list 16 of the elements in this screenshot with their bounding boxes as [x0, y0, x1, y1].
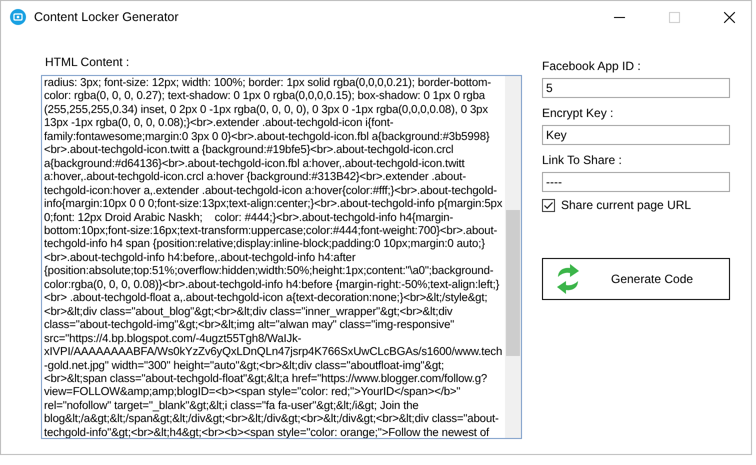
checkbox-label: Share current page URL — [561, 198, 692, 212]
window-title: Content Locker Generator — [34, 10, 179, 24]
generate-code-button[interactable]: Generate Code — [542, 258, 730, 300]
field-label: Encrypt Key : — [542, 106, 614, 120]
field-label: Link To Share : — [542, 153, 623, 167]
input-field[interactable]: 5 — [542, 78, 730, 98]
checkbox[interactable] — [542, 198, 555, 212]
html-content-field[interactable]: radius: 3px; font-size: 12px; width: 100%; border: 1px solid rgba(0,0,0,0.21); border-bottom-color: rgba(0, 0, 0, 0.27); text-shadow: 0 1px 0 rgba(0,0,0,0.15); box-shadow: 0 1px 0 rgba (255,255,255,0.34) inset, 0 2px 0 -1px rgba(0, 0, 0, 0), 0 3px 0 -1px rgba(0,0,0,0.08), 0 3px 13px -1px rgba(0, 0, 0, 0.08);}<br>.extender .about-techgold-icon i{font-family:fontawesome;margin:0 3px 0 0}<br>.about-techgold-icon.fbl a{background:#3b5998}<br>.about-techgold-icon.twitt a {background:#19bfe5}<br>.about-techgold-icon.crcl a{background:#d64136}<br>.about-techgold-icon.fbl a:hover,.about-techgold-icon.twitt a:hover,.about-techgold-icon.crcl a:hover {background:#313B42}<br>.extender .about-techgold-icon:hover a,.extender .about-techgold-icon a:hover{color:#fff;}<br>.about-techgold-info{margin:10px 0 0 0;font-size:13px;text-align:center;}<br>.about-techgold-info p{margin:5px 0;font: 12px Droid Arabic Naskh; color: #444;}<br>.about-techgold-info h4{margin-bottom:10px;font-size:16px;text-transform:uppercase;color:#444;font-weight:700}<br>.about-techgold-info h4 span {position:relative;display:inline-block;padding:0 10px;margin:0 auto;}<br>.about-techgold-info h4:before,.about-techgold-info h4:after {position:absolute;top:51%;overflow:hidden;width:50%;height:1px;content:"\a0";background-color:rgba(0, 0, 0, 0.08)}<br>.about-techgold-info h4:before {margin-right:-50%;text-align:left;}<br> .about-techgold-float a,.about-techgold-icon a{text-decoration:none;}<br>&lt;/style&gt;<br>&lt;div class="about_blog"&gt;<br>&lt;div class="inner_wrapper"&gt;<br>&lt;div class="about-techgold-img"&gt;<br>&lt;img alt="alwan may" class="img-responsive" src="https://4.bp.blogspot.com/-4ugzt55Tgh8/WaIJk-xIVPI/AAAAAAAABFA/Ws0kYzZv6yQxLDnQLn47jsrp4K766SxUwCLcBGAs/s1600/www.tech-gold.net.jpg" width="300" height="auto"&gt;<br>&lt;div class="aboutfloat-img"&gt;<br>&lt;span class="about-techgold-float"&gt;&lt;a href="https://www.blogger.com/follow.g?view=FOLLOW&amp;amp;blogID=<b><span style="color: red;">YourID</span></b>" rel="nofollow" target="_blank"&gt;&lt;i class="fa fa-user"&gt;&lt;/i&gt; Join the blog&lt;/a&gt;&lt;/span&gt;&lt;/div&gt;<br>&lt;/div&gt;<br>&lt;/div&gt;<br>&lt;div class="about-techgold-info"&gt;<br>&lt;h4&gt;<br><b><span style="color: orange;">Follow the newest of — [41, 75, 522, 439]
scrollbar[interactable] — [505, 76, 521, 438]
app-icon — [10, 9, 26, 25]
refresh-icon — [555, 264, 581, 294]
input-field[interactable]: ---- — [542, 172, 730, 192]
field-label: Facebook App ID : — [542, 59, 642, 73]
html-content-label: HTML Content : — [45, 55, 130, 69]
input-field[interactable]: Key — [542, 125, 730, 145]
close-icon[interactable] — [724, 12, 735, 22]
